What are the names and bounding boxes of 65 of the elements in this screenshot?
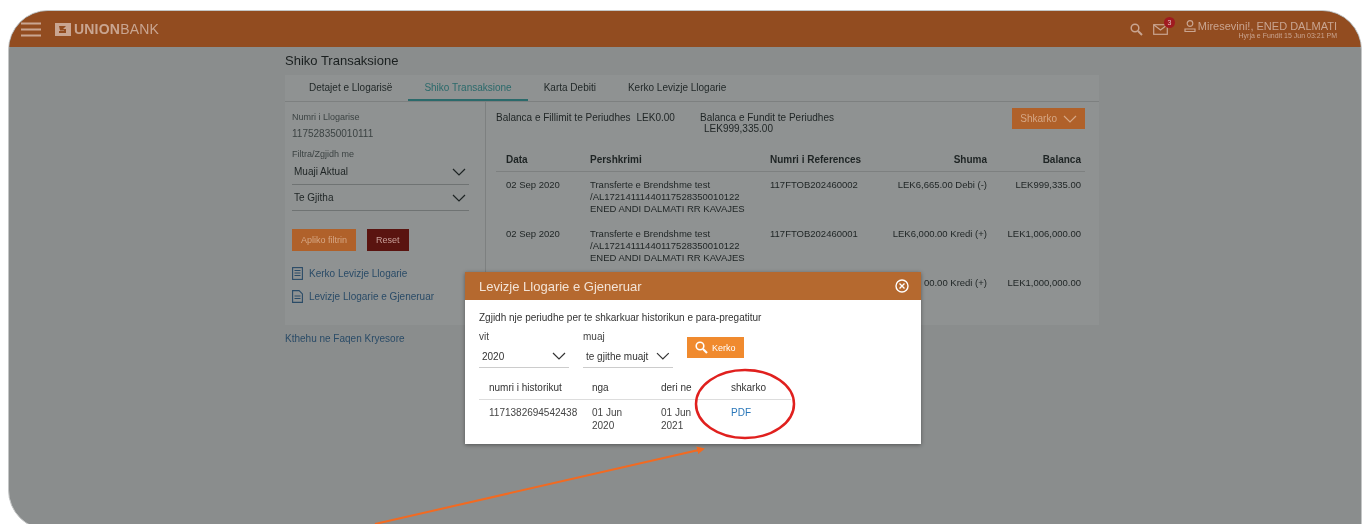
reset-button[interactable]: Reset xyxy=(367,229,409,251)
column-header: shkarko xyxy=(731,382,766,393)
table-cell: 01 Jun 2020 xyxy=(592,407,623,431)
chevron-down-icon xyxy=(452,167,466,176)
field-label: muaj xyxy=(583,331,606,342)
side-link[interactable]: Kerko Levizje Llogarie xyxy=(309,268,408,279)
opening-balance-label: Balanca e Fillimit te Periudhes xyxy=(496,112,631,123)
table-cell: 1171382694542438 xyxy=(489,407,578,418)
column-header: Shuma xyxy=(880,148,991,172)
search-icon[interactable] xyxy=(1129,22,1143,36)
column-header: Numri i References xyxy=(760,148,880,172)
dropdown[interactable]: te gjithe muajt xyxy=(583,345,673,368)
field-label: vit xyxy=(479,331,490,342)
opening-balance-value: LEK0.00 xyxy=(636,112,675,123)
column-header: deri ne xyxy=(661,382,692,393)
closing-balance-value: LEK999,335.00 xyxy=(703,123,774,134)
close-icon[interactable] xyxy=(895,279,909,293)
column-header: nga xyxy=(592,382,609,393)
chevron-down-icon xyxy=(552,352,566,360)
column-header: Data xyxy=(496,148,580,172)
table-cell: LEK6,000.00 Kredi (+) xyxy=(892,228,987,239)
mail-icon[interactable] xyxy=(1152,23,1168,35)
column-header: numri i historikut xyxy=(489,382,562,393)
table-cell: 117FTOB202460001 xyxy=(770,228,858,239)
search-icon xyxy=(695,341,708,354)
chevron-down-icon xyxy=(656,352,670,360)
chevron-down-icon xyxy=(1063,114,1077,123)
list-document-icon xyxy=(292,267,303,280)
account-label: Numri i Llogarise xyxy=(292,112,361,122)
table-cell-text: Transferte e Brendshme test /AL17214111440117528350010122 ENED ANDI DALMATI RR KAVAJES xyxy=(590,228,746,264)
table-cell: 02 Sep 2020 xyxy=(506,228,560,239)
table-cell: 117FTOB202460002 xyxy=(770,179,858,190)
account-number: 117528350010111 xyxy=(292,128,375,139)
filter-label: Filtra/Zgjidh me xyxy=(292,149,355,159)
tab[interactable]: Karta Debiti xyxy=(527,75,612,101)
table-cell: LEK999,335.00 xyxy=(1015,179,1081,190)
chevron-down-icon xyxy=(452,193,466,202)
bank-logo: UNIONBANK xyxy=(74,21,160,37)
table-cell: 02 Sep 2020 xyxy=(506,179,560,190)
tab[interactable]: Kerko Levizje Llogarie xyxy=(611,75,743,101)
column-header: Pershkrimi xyxy=(580,148,760,172)
bank-logo-icon xyxy=(55,22,71,36)
table-cell: LEK1,000,000.00 xyxy=(1007,277,1081,288)
table-cell: 00.00 Kredi (+) xyxy=(923,277,987,288)
closing-balance-label: Balanca e Fundit te Periudhes xyxy=(700,112,835,123)
filter-dropdown[interactable]: Te Gjitha xyxy=(292,185,469,211)
filter-dropdown[interactable]: Muaji Aktual xyxy=(292,159,469,185)
column-header: Balanca xyxy=(991,148,1085,172)
dialog-instruction: Zgjidh nje periudhe per te shkarkuar historikun e para-pregatitur xyxy=(479,312,763,323)
table-cell: LEK6,665.00 Debi (-) xyxy=(897,179,987,190)
table-cell: LEK1,006,000.00 xyxy=(1007,228,1081,239)
side-link[interactable]: Levizje Llogarie e Gjeneruar xyxy=(309,291,435,302)
table-cell-text: Transferte e Brendshme test /AL17214111440117528350010122 ENED ANDI DALMATI RR KAVAJES xyxy=(590,179,746,215)
back-link[interactable]: Kthehu ne Faqen Kryesore xyxy=(285,333,405,344)
page-title: Shiko Transaksione xyxy=(285,53,400,68)
menu-icon[interactable] xyxy=(21,21,41,37)
dropdown[interactable]: 2020 xyxy=(479,345,569,368)
dialog-title: Levizje Llogarie e Gjeneruar xyxy=(479,278,642,294)
pdf-link[interactable]: PDF xyxy=(731,407,751,418)
document-icon xyxy=(292,290,303,303)
search-button[interactable]: Kerko xyxy=(687,337,744,358)
tab[interactable]: Detajet e Llogarisë xyxy=(293,75,409,101)
user-greeting: Miresevini!, ENED DALMATI xyxy=(1197,19,1337,32)
user-icon[interactable] xyxy=(1183,19,1196,32)
table-cell: 01 Jun 2021 xyxy=(661,407,692,431)
